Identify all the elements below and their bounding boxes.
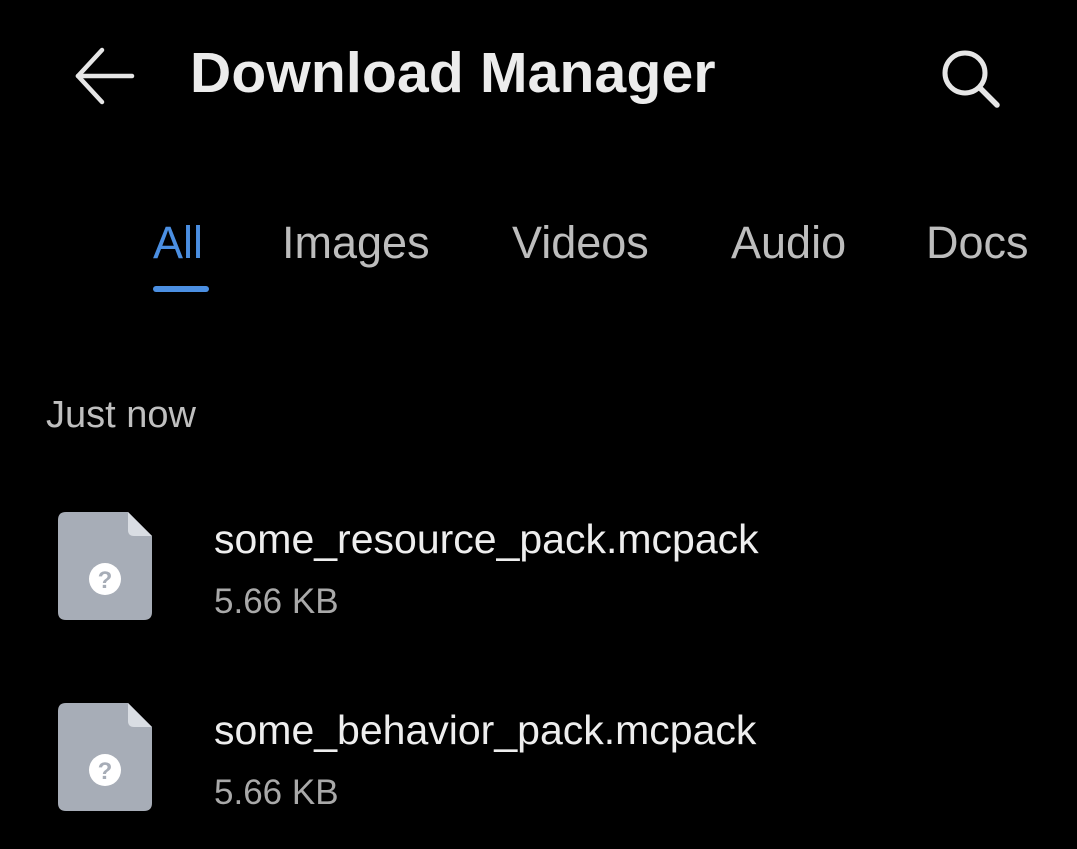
section-header: Just now (46, 394, 196, 436)
search-icon (942, 50, 1000, 108)
tab-audio[interactable]: Audio (731, 212, 846, 274)
file-size: 5.66 KB (214, 773, 339, 812)
search-button[interactable] (928, 36, 1012, 120)
page-title: Download Manager (190, 41, 716, 105)
category-tabs: All Images Videos Audio Docs (0, 212, 1030, 302)
file-size: 5.66 KB (214, 582, 339, 621)
list-item[interactable]: ? some_behavior_pack.mcpack 5.66 KB (0, 703, 1077, 843)
list-item[interactable]: ? some_resource_pack.mcpack 5.66 KB (0, 512, 1077, 652)
unknown-file-icon: ? (58, 512, 152, 620)
arrow-left-icon (75, 47, 135, 105)
svg-text:?: ? (98, 567, 113, 594)
file-name: some_behavior_pack.mcpack (214, 707, 757, 753)
tab-all[interactable]: All (153, 212, 203, 274)
active-tab-indicator (153, 286, 209, 292)
tab-docs[interactable]: Docs (926, 212, 1029, 274)
back-button[interactable] (62, 36, 146, 116)
svg-text:?: ? (98, 758, 113, 785)
download-manager-screen: Download Manager All Images Videos Audio… (0, 0, 1077, 849)
tab-videos[interactable]: Videos (512, 212, 649, 274)
unknown-file-icon: ? (58, 703, 152, 811)
tab-images[interactable]: Images (282, 212, 430, 274)
file-name: some_resource_pack.mcpack (214, 516, 759, 562)
